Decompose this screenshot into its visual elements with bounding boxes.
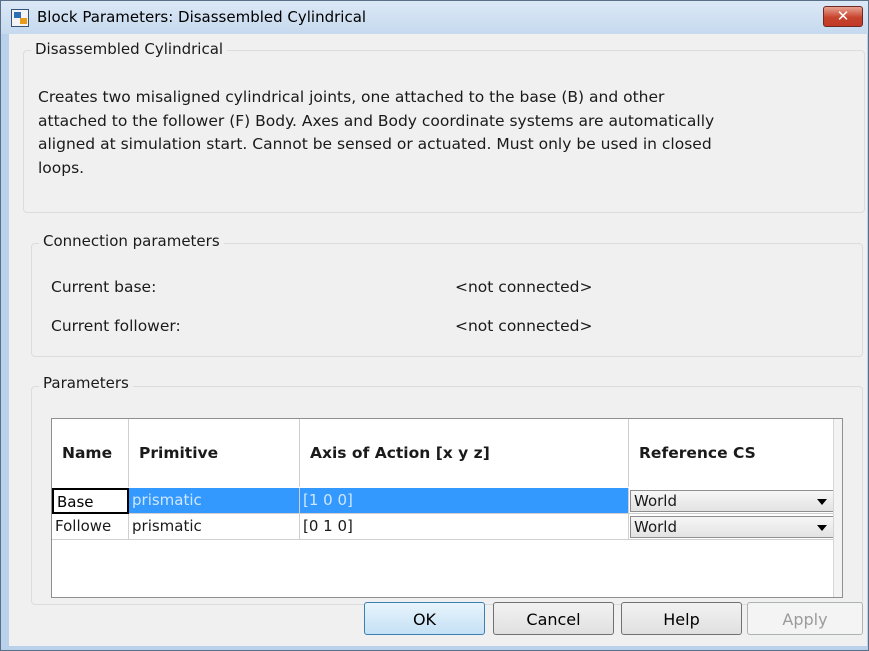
description-group-title: Disassembled Cylindrical: [31, 40, 228, 58]
close-button[interactable]: ✕: [823, 6, 863, 27]
parameters-title: Parameters: [39, 374, 133, 392]
apply-button: Apply: [747, 602, 863, 635]
column-header-name[interactable]: Name: [52, 419, 129, 487]
dropdown-arrow-icon: [817, 499, 827, 505]
name-cell[interactable]: Base: [52, 488, 129, 514]
block-description: Creates two misaligned cylindrical joint…: [38, 88, 715, 177]
table-row-base[interactable]: Base prismatic [1 0 0] World: [52, 488, 834, 514]
primitive-cell[interactable]: prismatic: [129, 488, 300, 514]
close-icon: ✕: [836, 7, 850, 25]
reference-cell: World: [629, 514, 834, 540]
title-bar[interactable]: Block Parameters: Disassembled Cylindric…: [1, 1, 868, 34]
column-header-axis[interactable]: Axis of Action [x y z]: [300, 419, 629, 487]
column-header-primitive[interactable]: Primitive: [129, 419, 300, 487]
ok-button[interactable]: OK: [364, 602, 485, 635]
current-base-label: Current base:: [51, 278, 157, 296]
current-base-value: <not connected>: [455, 278, 593, 296]
reference-cs-value: World: [634, 492, 677, 510]
reference-cs-dropdown[interactable]: World: [630, 516, 833, 538]
current-follower-label: Current follower:: [51, 317, 181, 335]
name-cell[interactable]: Followe: [52, 514, 129, 540]
reference-cs-value: World: [634, 518, 677, 536]
table-scrollbar[interactable]: [833, 419, 842, 597]
dialog-window: Block Parameters: Disassembled Cylindric…: [0, 0, 869, 651]
reference-cell: World: [629, 488, 834, 514]
reference-cs-dropdown[interactable]: World: [630, 490, 833, 512]
parameters-table: Name Primitive Axis of Action [x y z] Re…: [51, 418, 843, 598]
table-row-follower[interactable]: Followe prismatic [0 1 0] World: [52, 514, 834, 540]
primitive-cell[interactable]: prismatic: [129, 514, 300, 540]
connection-parameters-title: Connection parameters: [39, 232, 224, 250]
axis-cell[interactable]: [1 0 0]: [300, 488, 629, 514]
connection-parameters-group: [31, 243, 863, 357]
axis-cell[interactable]: [0 1 0]: [300, 514, 629, 540]
dropdown-arrow-icon: [817, 525, 827, 531]
column-header-reference[interactable]: Reference CS: [629, 419, 834, 487]
window-title: Block Parameters: Disassembled Cylindric…: [37, 8, 367, 26]
help-button[interactable]: Help: [621, 602, 742, 635]
current-follower-value: <not connected>: [455, 317, 593, 335]
cancel-button[interactable]: Cancel: [493, 602, 614, 635]
dialog-body: Disassembled Cylindrical Creates two mis…: [9, 34, 867, 646]
block-parameters-icon: [11, 9, 29, 27]
